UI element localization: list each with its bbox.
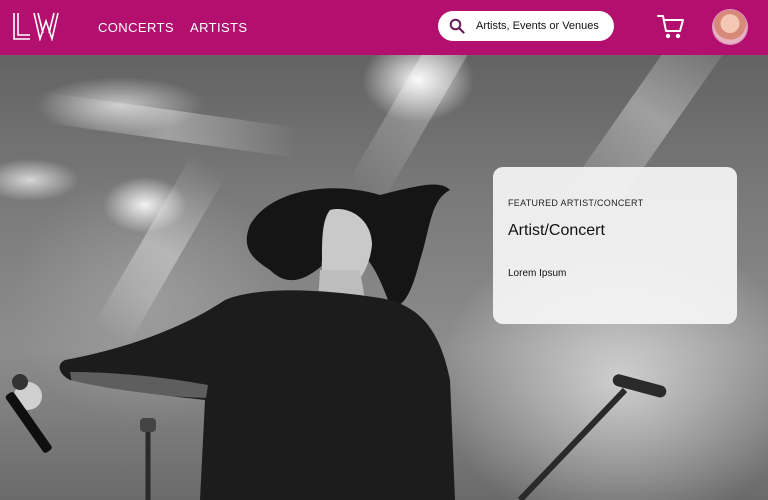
search-bar[interactable] <box>438 11 614 41</box>
featured-title: Artist/Concert <box>508 222 605 239</box>
user-avatar[interactable] <box>713 10 747 44</box>
search-input[interactable] <box>476 16 608 36</box>
nav-artists[interactable]: ARTISTS <box>190 20 247 35</box>
lw-logo[interactable] <box>12 11 68 41</box>
top-navbar: CONCERTS ARTISTS <box>0 0 768 55</box>
cart-icon[interactable] <box>656 12 686 42</box>
featured-description: Lorem Ipsum <box>508 268 567 279</box>
featured-kicker: FEATURED ARTIST/CONCERT <box>508 198 644 208</box>
featured-card[interactable]: FEATURED ARTIST/CONCERT Artist/Concert L… <box>493 167 737 324</box>
nav-concerts[interactable]: CONCERTS <box>98 20 174 35</box>
search-icon <box>449 18 465 34</box>
